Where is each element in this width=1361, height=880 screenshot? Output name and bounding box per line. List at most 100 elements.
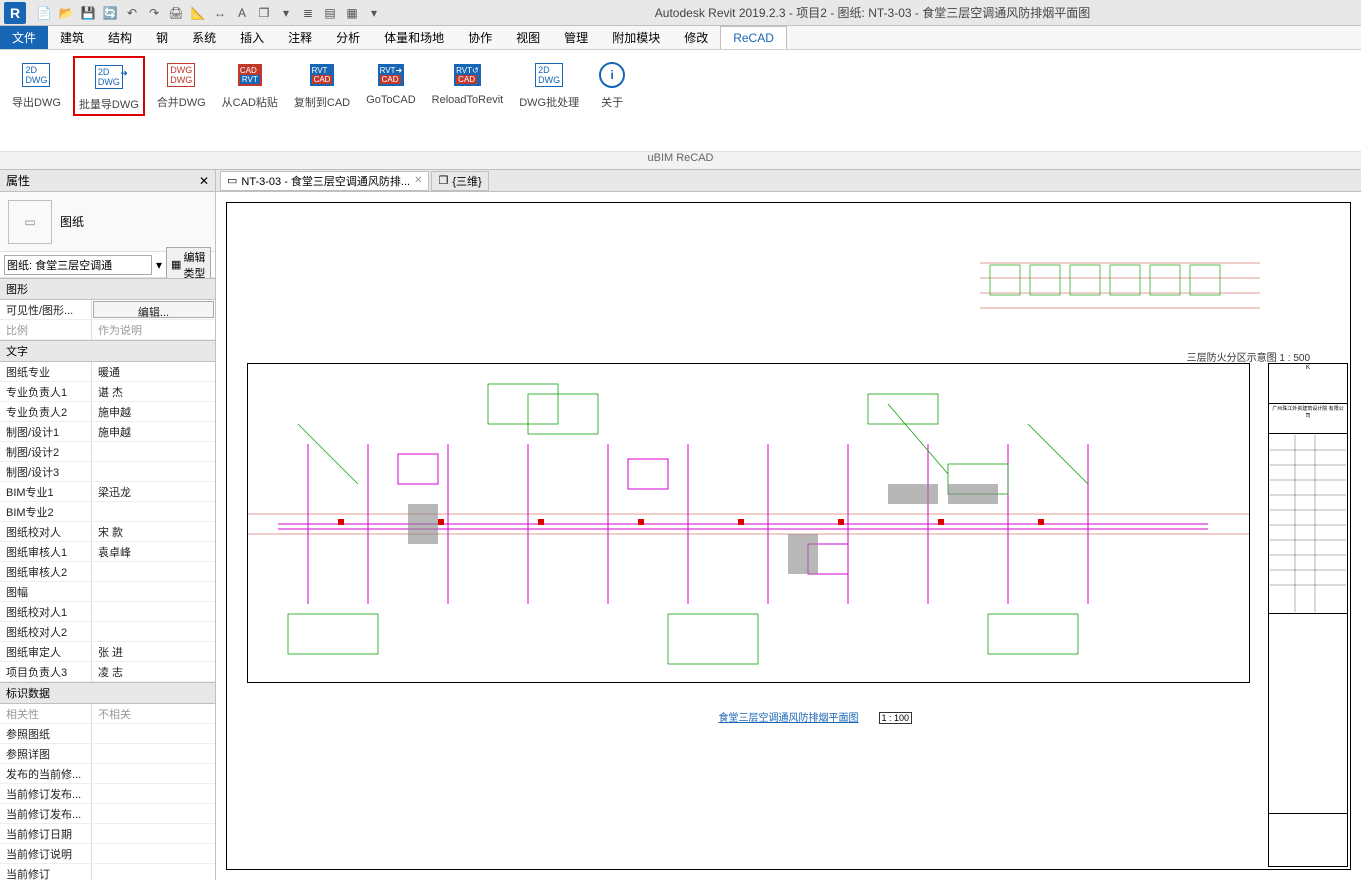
view-tab-sheet[interactable]: ▭ NT-3-03 - 食堂三层空调通风防排... ✕ <box>220 171 429 191</box>
prop-row[interactable]: 当前修订发布... <box>0 784 215 804</box>
prop-value[interactable]: 梁迅龙 <box>92 482 215 501</box>
menu-insert[interactable]: 插入 <box>228 26 276 49</box>
prop-row[interactable]: 制图/设计3 <box>0 462 215 482</box>
prop-row[interactable]: 图纸审核人2 <box>0 562 215 582</box>
prop-value[interactable]: 不相关 <box>92 704 215 723</box>
prop-row[interactable]: 专业负责人1 谌 杰 <box>0 382 215 402</box>
prop-value[interactable] <box>92 764 215 783</box>
prop-value[interactable]: 编辑... <box>93 301 214 318</box>
prop-row[interactable]: 项目负责人3 凌 志 <box>0 662 215 682</box>
prop-value[interactable]: 作为说明 <box>92 320 215 339</box>
menu-arch[interactable]: 建筑 <box>48 26 96 49</box>
qat-sel-icon[interactable]: ▾ <box>276 3 296 23</box>
prop-row[interactable]: 图纸审定人 张 进 <box>0 642 215 662</box>
prop-value[interactable]: 暖通 <box>92 362 215 381</box>
prop-value[interactable]: 宋 款 <box>92 522 215 541</box>
prop-row[interactable]: 当前修订 <box>0 864 215 880</box>
prop-value[interactable]: 凌 志 <box>92 662 215 681</box>
prop-value[interactable] <box>92 622 215 641</box>
qat-addin-icon[interactable]: ▾ <box>364 3 384 23</box>
prop-value[interactable]: 谌 杰 <box>92 382 215 401</box>
type-selector-dropdown-icon[interactable]: ▾ <box>156 258 162 272</box>
prop-row[interactable]: 参照图纸 <box>0 724 215 744</box>
qat-3d-icon[interactable]: ❒ <box>254 3 274 23</box>
prop-value[interactable] <box>92 824 215 843</box>
prop-value[interactable] <box>92 602 215 621</box>
type-selector-input[interactable] <box>4 255 152 275</box>
prop-value[interactable] <box>92 562 215 581</box>
qat-undo-icon[interactable]: ↶ <box>122 3 142 23</box>
prop-value[interactable] <box>92 804 215 823</box>
menu-file[interactable]: 文件 <box>0 26 48 49</box>
prop-section-图形[interactable]: 图形 <box>0 278 215 300</box>
prop-value[interactable] <box>92 462 215 481</box>
tab-close-icon[interactable]: ✕ <box>414 175 422 186</box>
prop-value[interactable] <box>92 844 215 863</box>
prop-value[interactable] <box>92 784 215 803</box>
prop-row[interactable]: 图幅 <box>0 582 215 602</box>
prop-value[interactable]: 施申越 <box>92 422 215 441</box>
prop-row[interactable]: 图纸专业 暖通 <box>0 362 215 382</box>
prop-value[interactable]: 张 进 <box>92 642 215 661</box>
ribbon-dwg-out-button[interactable]: 2DDWG 导出DWG <box>8 56 65 112</box>
menu-manage[interactable]: 管理 <box>552 26 600 49</box>
menu-view[interactable]: 视图 <box>504 26 552 49</box>
menu-collab[interactable]: 协作 <box>456 26 504 49</box>
ribbon-cad-paste-button[interactable]: CADRVT 从CAD粘贴 <box>218 56 282 112</box>
menu-recad[interactable]: ReCAD <box>720 26 787 49</box>
prop-value[interactable] <box>92 864 215 880</box>
qat-filter-icon[interactable]: ▤ <box>320 3 340 23</box>
ribbon-dwg-batch-button[interactable]: 2DDWG➜ 批量导DWG <box>73 56 145 116</box>
prop-row[interactable]: 制图/设计2 <box>0 442 215 462</box>
ribbon-gotocad-button[interactable]: RVT➜CAD GoToCAD <box>362 56 420 108</box>
menu-system[interactable]: 系统 <box>180 26 228 49</box>
qat-sync-icon[interactable]: 🔄 <box>100 3 120 23</box>
menu-struct[interactable]: 结构 <box>96 26 144 49</box>
qat-open-icon[interactable]: 📂 <box>56 3 76 23</box>
prop-row[interactable]: 当前修订日期 <box>0 824 215 844</box>
ribbon-dwg-merge-button[interactable]: DWGDWG 合并DWG <box>153 56 210 112</box>
menu-anno[interactable]: 注释 <box>276 26 324 49</box>
qat-dim-icon[interactable]: ↔ <box>210 3 230 23</box>
properties-close-icon[interactable]: ✕ <box>199 174 209 188</box>
prop-row[interactable]: 当前修订发布... <box>0 804 215 824</box>
prop-row[interactable]: 发布的当前修... <box>0 764 215 784</box>
prop-row[interactable]: 图纸校对人1 <box>0 602 215 622</box>
qat-new-icon[interactable]: 📄 <box>34 3 54 23</box>
prop-value[interactable] <box>92 502 215 521</box>
prop-value[interactable] <box>92 582 215 601</box>
prop-value[interactable] <box>92 744 215 763</box>
prop-value[interactable] <box>92 442 215 461</box>
properties-type-preview[interactable]: ▭ 图纸 <box>0 192 215 252</box>
menu-steel[interactable]: 钢 <box>144 26 180 49</box>
ribbon-reload-button[interactable]: RVT↺CAD ReloadToRevit <box>428 56 508 108</box>
prop-value[interactable]: 袁卓峰 <box>92 542 215 561</box>
prop-row[interactable]: 相关性 不相关 <box>0 704 215 724</box>
prop-row[interactable]: 可见性/图形... 编辑... <box>0 300 215 320</box>
qat-props-icon[interactable]: ≣ <box>298 3 318 23</box>
view-tab-3d[interactable]: ❒ {三维} <box>431 171 488 191</box>
qat-cloud-icon[interactable]: ▦ <box>342 3 362 23</box>
prop-row[interactable]: 专业负责人2 施申越 <box>0 402 215 422</box>
prop-row[interactable]: 图纸校对人 宋 款 <box>0 522 215 542</box>
qat-text-icon[interactable]: A <box>232 3 252 23</box>
prop-row[interactable]: 参照详图 <box>0 744 215 764</box>
prop-row[interactable]: 图纸审核人1 袁卓峰 <box>0 542 215 562</box>
prop-row[interactable]: 比例 作为说明 <box>0 320 215 340</box>
qat-save-icon[interactable]: 💾 <box>78 3 98 23</box>
prop-row[interactable]: BIM专业1 梁迅龙 <box>0 482 215 502</box>
ribbon-dwg-proc-button[interactable]: 2DDWG DWG批处理 <box>515 56 583 112</box>
prop-section-文字[interactable]: 文字 <box>0 340 215 362</box>
prop-row[interactable]: 图纸校对人2 <box>0 622 215 642</box>
qat-redo-icon[interactable]: ↷ <box>144 3 164 23</box>
ribbon-cad-copy-button[interactable]: RVTCAD 复制到CAD <box>290 56 354 112</box>
prop-row[interactable]: 当前修订说明 <box>0 844 215 864</box>
menu-addins[interactable]: 附加模块 <box>600 26 672 49</box>
prop-section-标识数据[interactable]: 标识数据 <box>0 682 215 704</box>
prop-row[interactable]: BIM专业2 <box>0 502 215 522</box>
menu-modify[interactable]: 修改 <box>672 26 720 49</box>
drawing-canvas[interactable]: 三层防火分区示意图 1 : 500 <box>216 192 1361 880</box>
prop-row[interactable]: 制图/设计1 施申越 <box>0 422 215 442</box>
prop-value[interactable]: 施申越 <box>92 402 215 421</box>
qat-measure-icon[interactable]: 📐 <box>188 3 208 23</box>
